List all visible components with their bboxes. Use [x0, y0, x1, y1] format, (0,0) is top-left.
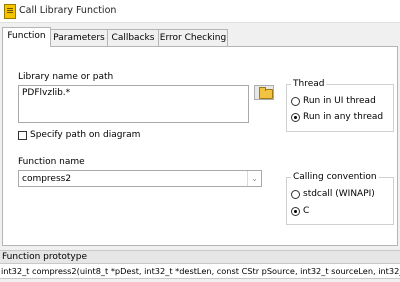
thread-group: Thread Run in UI thread Run in any threa… [286, 79, 394, 132]
calling-convention-group: Calling convention stdcall (WINAPI) C [286, 172, 394, 225]
library-label: Library name or path [18, 72, 114, 82]
app-icon [4, 4, 16, 19]
prototype-label: Function prototype [2, 252, 88, 262]
specify-path-label: Specify path on diagram [30, 130, 141, 140]
thread-group-label: Thread [291, 79, 327, 89]
prototype-header: Function prototype [0, 250, 400, 263]
title-bar: Call Library Function [0, 0, 400, 23]
tab-callbacks[interactable]: Callbacks [107, 29, 159, 46]
tab-error-checking[interactable]: Error Checking [158, 29, 228, 46]
function-name-select[interactable]: compress2 ⌄ [18, 170, 262, 187]
radio-run-ui-thread[interactable] [291, 97, 300, 106]
c-label: C [303, 206, 310, 216]
library-path-input[interactable]: PDFlvzlib.* [18, 85, 249, 123]
function-name-value: compress2 [22, 174, 72, 184]
calling-convention-label: Calling convention [291, 172, 379, 182]
radio-c[interactable] [291, 207, 300, 216]
tab-function[interactable]: Function [2, 27, 51, 47]
radio-run-any-thread[interactable] [291, 113, 300, 122]
prototype-text: int32_t compress2(uint8_t *pDest, int32_… [0, 263, 400, 279]
function-name-label: Function name [18, 157, 85, 167]
function-tab-panel: Library name or path PDFlvzlib.* Specify… [2, 46, 398, 246]
run-ui-thread-label: Run in UI thread [303, 96, 376, 106]
window-title: Call Library Function [19, 5, 117, 16]
stdcall-label: stdcall (WINAPI) [303, 189, 375, 199]
radio-stdcall[interactable] [291, 190, 300, 199]
chevron-down-icon[interactable]: ⌄ [247, 171, 261, 186]
run-any-thread-label: Run in any thread [303, 112, 384, 122]
tab-parameters[interactable]: Parameters [50, 29, 108, 46]
browse-button[interactable] [254, 85, 274, 100]
library-path-value: PDFlvzlib.* [22, 88, 71, 98]
specify-path-checkbox[interactable] [18, 131, 27, 140]
folder-icon [259, 87, 273, 99]
